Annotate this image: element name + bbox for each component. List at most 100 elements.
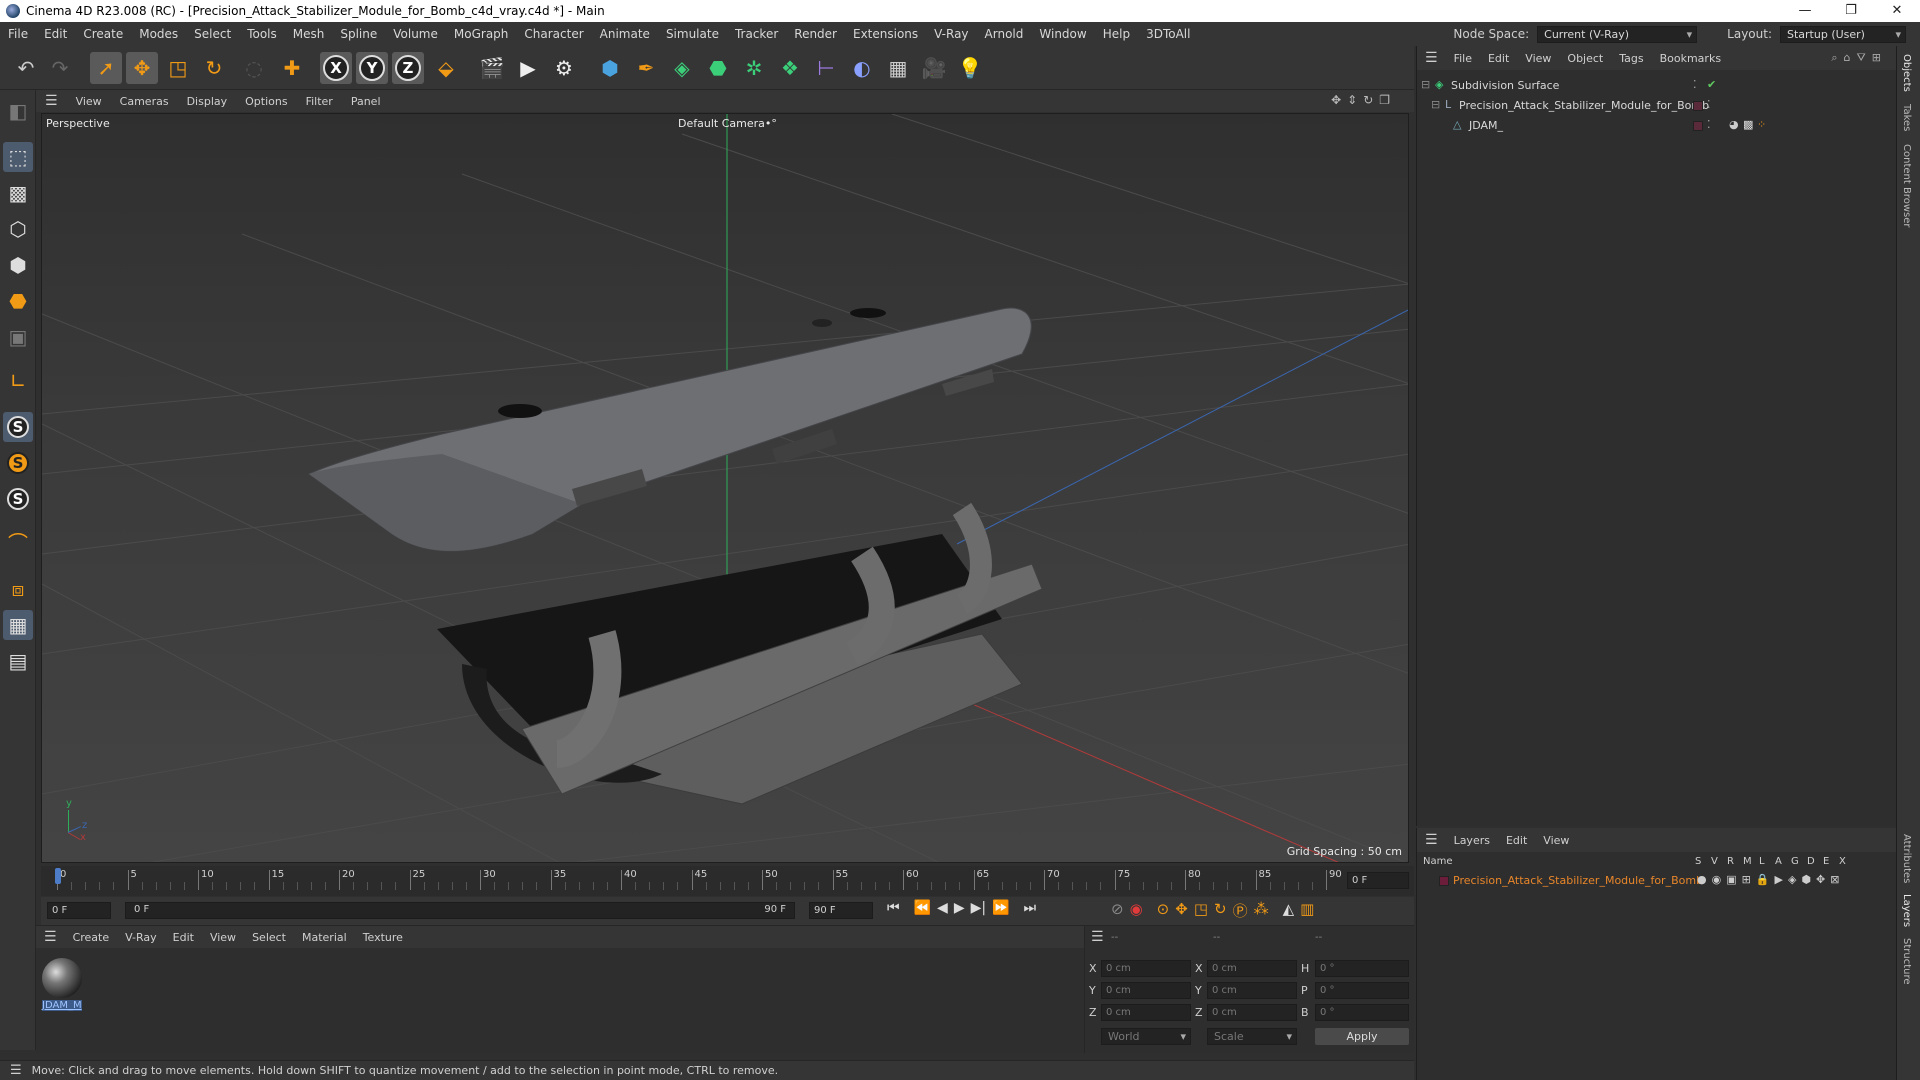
material-hamburger-icon[interactable]: ☰ [36,929,65,945]
side-tab-content-browser[interactable]: Content Browser [1901,144,1912,227]
menu-window[interactable]: Window [1031,27,1094,41]
mat-menu-select[interactable]: Select [244,931,294,944]
rot-p-field[interactable]: 0 ° [1315,982,1409,999]
texture-mode-icon[interactable]: ▩ [3,178,33,208]
object-name[interactable]: JDAM_ [1469,119,1503,132]
x-axis-icon[interactable]: X [320,52,352,84]
record-icon[interactable]: ⊘ [1111,900,1124,921]
move-icon[interactable]: ✥ [126,52,158,84]
menu-edit[interactable]: Edit [36,27,75,41]
visibility-dots-icon[interactable]: ⁚ [1707,118,1711,131]
prev-key-icon[interactable]: ⏪ [914,900,931,916]
viewport-menu-view[interactable]: View [67,95,111,108]
layer-toggle-icons[interactable]: ●◉▣⊞🔒▶◈⬢✥⊠ [1697,873,1844,886]
motion-icon[interactable]: ◭ [1283,900,1295,921]
points-mode-icon[interactable]: ⬡ [3,214,33,244]
side-tab-objects[interactable]: Objects [1901,54,1912,92]
3d-viewport[interactable]: Perspective Default Camera•° Grid Spacin… [41,113,1409,863]
object-name[interactable]: Precision_Attack_Stabilizer_Module_for_B… [1459,99,1709,112]
obj-menu-tags[interactable]: Tags [1611,52,1651,65]
obj-menu-bookmarks[interactable]: Bookmarks [1652,52,1729,65]
node-space-dropdown[interactable]: Current (V-Ray) [1537,25,1698,43]
phong-tag-icon[interactable]: ⁘ [1757,118,1766,131]
menu-spline[interactable]: Spline [332,27,385,41]
world-coord-icon[interactable]: ⬙ [430,52,462,84]
snap-icon[interactable]: S [3,412,33,442]
col-locked[interactable]: L [1759,856,1765,867]
material-name[interactable]: JDAM_M [42,1000,82,1011]
y-axis-icon[interactable]: Y [356,52,388,84]
menu-arnold[interactable]: Arnold [977,27,1032,41]
key-scale-icon[interactable]: ◳ [1194,900,1208,921]
menu-vray[interactable]: V-Ray [926,27,976,41]
menu-animate[interactable]: Animate [592,27,658,41]
pos-y-field[interactable]: 0 cm [1101,982,1191,999]
viewport-camera[interactable]: Default Camera•° [678,117,777,130]
key-rotation-icon[interactable]: ↻ [1214,900,1227,921]
magnet-icon[interactable]: ⌒ [3,528,33,558]
objects-hamburger-icon[interactable]: ☰ [1417,50,1446,66]
prev-frame-icon[interactable]: ◀ [937,900,948,916]
uv-mode-icon[interactable]: ▣ [3,322,33,352]
goto-end-icon[interactable]: ⏭ [1024,900,1037,916]
coord-transform-dropdown[interactable]: Scale [1207,1028,1297,1045]
side-tab-takes[interactable]: Takes [1901,104,1912,131]
apply-button[interactable]: Apply [1315,1028,1409,1045]
status-hamburger-icon[interactable]: ☰ [0,1063,32,1078]
current-frame-field[interactable]: 0 F [1347,872,1409,889]
mat-menu-edit[interactable]: Edit [165,931,202,944]
col-xref[interactable]: X [1839,856,1846,867]
visibility-dots-icon[interactable]: ⁚ [1693,78,1697,91]
axis-mode-icon[interactable]: ∟ [3,366,33,396]
subdivision-icon[interactable]: ◈ [666,52,698,84]
col-generators[interactable]: G [1791,856,1799,867]
viewport-menu-cameras[interactable]: Cameras [111,95,178,108]
timeline-icon[interactable]: ▥ [1300,900,1314,921]
close-button[interactable]: ✕ [1874,0,1920,22]
layout-dropdown[interactable]: Startup (User) [1780,25,1906,43]
snap-settings-icon[interactable]: S [3,448,33,478]
key-param-icon[interactable]: Ⓟ [1233,900,1248,921]
rot-h-field[interactable]: 0 ° [1315,960,1409,977]
key-position-icon[interactable]: ✥ [1175,900,1188,921]
render-region-icon[interactable]: 🎬 [476,52,508,84]
edges-mode-icon[interactable]: ⬢ [3,250,33,280]
menu-help[interactable]: Help [1095,27,1138,41]
scale-icon[interactable]: ◳ [162,52,194,84]
minimize-button[interactable]: — [1782,0,1828,22]
make-editable-icon[interactable]: ◧ [3,96,33,126]
size-y-field[interactable]: 0 cm [1207,982,1297,999]
pos-z-field[interactable]: 0 cm [1101,1004,1191,1021]
menu-render[interactable]: Render [786,27,845,41]
rotate-icon[interactable]: ↻ [198,52,230,84]
pos-x-field[interactable]: 0 cm [1101,960,1191,977]
menu-tracker[interactable]: Tracker [727,27,786,41]
coord-mode-dropdown[interactable]: World [1101,1028,1191,1045]
menu-tools[interactable]: Tools [239,27,285,41]
layer-name[interactable]: Precision_Attack_Stabilizer_Module_for_B… [1453,874,1703,887]
mat-menu-view[interactable]: View [202,931,244,944]
object-row-subdivision[interactable]: ⊟ ◈ Subdivision Surface ⁚ ✔ [1417,76,1895,96]
render-settings-icon[interactable]: ⚙ [548,52,580,84]
cloner-icon[interactable]: ✲ [738,52,770,84]
field-icon[interactable]: ◐ [846,52,878,84]
spline-deformer-icon[interactable]: ⊢ [810,52,842,84]
redo-icon[interactable]: ↷ [44,52,76,84]
cube-icon[interactable]: ⬢ [594,52,626,84]
polygon-icon[interactable]: ❖ [774,52,806,84]
obj-menu-edit[interactable]: Edit [1480,52,1517,65]
obj-menu-file[interactable]: File [1446,52,1480,65]
col-solo[interactable]: S [1695,856,1701,867]
quantize-icon[interactable]: S [3,484,33,514]
render-view-icon[interactable]: ▶ [512,52,544,84]
pen-icon[interactable]: ✒ [630,52,662,84]
side-tab-attributes[interactable]: Attributes [1901,834,1912,883]
collapse-icon[interactable]: ⊟ [1431,98,1440,111]
layer-menu-view[interactable]: View [1535,834,1577,847]
lock-workplane-icon[interactable]: ▤ [3,646,33,676]
mat-menu-texture[interactable]: Texture [355,931,411,944]
menu-extensions[interactable]: Extensions [845,27,926,41]
viewport-menu-filter[interactable]: Filter [297,95,342,108]
z-axis-icon[interactable]: Z [392,52,424,84]
rot-b-field[interactable]: 0 ° [1315,1004,1409,1021]
